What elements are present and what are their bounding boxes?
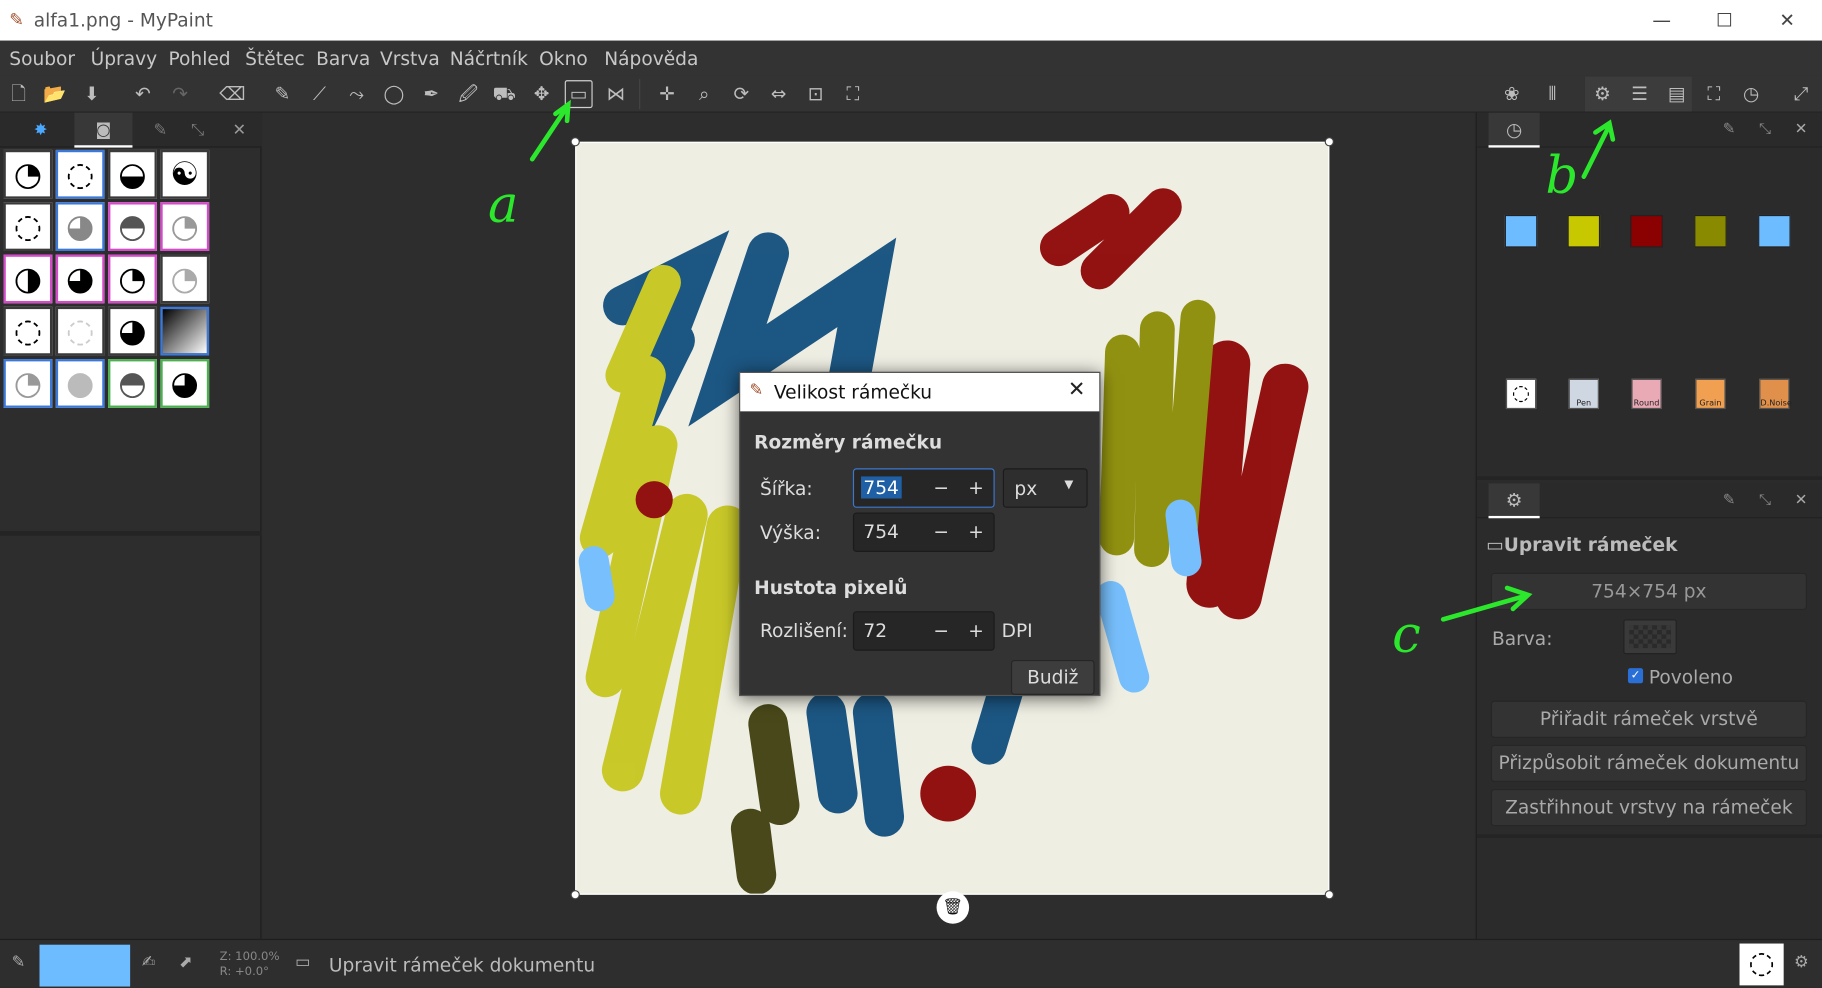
- arrow-b: [1581, 125, 1611, 179]
- mypaint-window: ✎ alfa1.png - MyPaint — ☐ ✕ Soubor Úprav…: [0, 0, 1822, 988]
- annotation-c: c: [1392, 605, 1421, 665]
- arrow-a: [529, 104, 570, 162]
- annotation-a: a: [488, 175, 519, 235]
- annotation-b: b: [1545, 146, 1579, 206]
